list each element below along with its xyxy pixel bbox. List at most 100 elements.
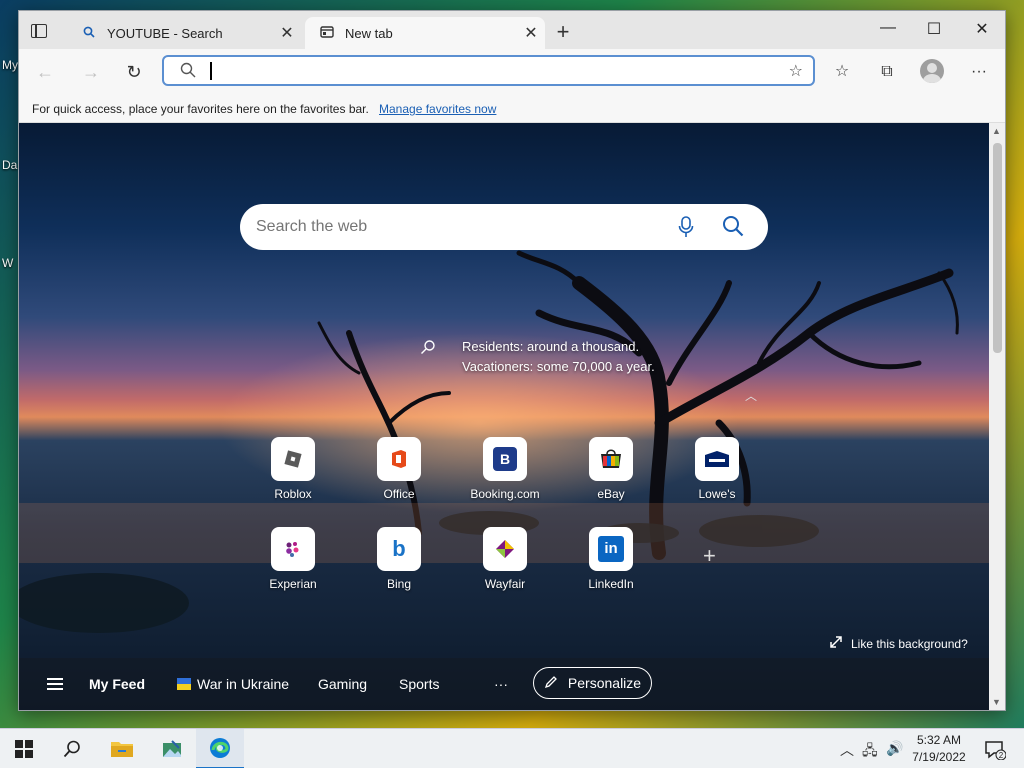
hamburger-menu-icon[interactable] <box>47 678 63 690</box>
maximize-icon[interactable]: ☐ <box>911 19 957 39</box>
desktop-icon-label[interactable]: W <box>2 256 13 270</box>
collections-icon[interactable]: ⧉ <box>875 61 899 85</box>
edge-browser-button[interactable] <box>196 729 244 768</box>
close-window-icon[interactable]: ✕ <box>959 19 1005 39</box>
browser-toolbar: ← → ↻ ☆ ☆ ⧉ ··· <box>19 49 1005 95</box>
personalize-button[interactable]: Personalize <box>533 667 652 699</box>
search-button[interactable] <box>48 729 96 768</box>
show-hidden-icons-icon[interactable]: ︿ <box>840 740 854 760</box>
quick-link-wayfair[interactable]: Wayfair <box>465 527 545 591</box>
scroll-down-icon[interactable]: ▼ <box>992 697 1001 707</box>
new-tab-button[interactable]: + <box>551 21 575 43</box>
manage-favorites-link[interactable]: Manage favorites now <box>379 102 496 116</box>
microphone-icon[interactable] <box>678 216 694 241</box>
tab-title: YOUTUBE - Search <box>107 25 223 41</box>
lowes-icon <box>695 437 739 481</box>
pencil-icon <box>544 675 558 692</box>
quick-link-bing[interactable]: b Bing <box>359 527 439 591</box>
address-bar[interactable]: ☆ <box>162 55 815 86</box>
like-background-button[interactable]: Like this background? <box>829 635 968 652</box>
collapse-chevron-icon[interactable]: ︿ <box>745 387 757 404</box>
file-explorer-button[interactable] <box>98 729 146 768</box>
wayfair-icon <box>483 527 527 571</box>
quick-link-label: Experian <box>269 577 317 591</box>
tab-title: New tab <box>345 25 393 41</box>
clock[interactable]: 5:32 AM 7/19/2022 <box>904 732 974 766</box>
app-button[interactable] <box>148 729 196 768</box>
search-icon <box>63 740 80 758</box>
quick-link-label: Bing <box>386 577 412 591</box>
scroll-up-icon[interactable]: ▲ <box>992 126 1001 136</box>
quick-link-label: Booking.com <box>470 487 540 501</box>
edge-icon <box>210 738 230 758</box>
fact-line: Vacationers: some 70,000 a year. <box>462 359 655 374</box>
quick-link-label: Lowe's <box>698 487 736 501</box>
refresh-icon[interactable]: ↻ <box>122 61 146 85</box>
bing-icon: b <box>377 527 421 571</box>
quick-link-linkedin[interactable]: in LinkedIn <box>571 527 651 591</box>
roblox-icon <box>271 437 315 481</box>
add-favorite-icon[interactable]: ☆ <box>789 61 803 81</box>
fact-line: Residents: around a thousand. <box>462 339 640 354</box>
tab-actions-icon[interactable] <box>31 24 47 38</box>
quick-link-lowes[interactable]: Lowe's <box>677 437 757 501</box>
image-search-icon[interactable] <box>420 339 436 358</box>
network-icon[interactable]: 🖧 <box>862 740 878 764</box>
page-scrollbar[interactable]: ▲ ▼ <box>989 123 1005 710</box>
favorites-icon[interactable]: ☆ <box>830 61 854 85</box>
feed-tab-sports[interactable]: Sports <box>399 676 439 692</box>
windows-logo-icon <box>15 740 33 758</box>
web-search-input[interactable] <box>256 216 656 238</box>
close-tab-icon[interactable]: ✕ <box>517 23 545 43</box>
tab-new-tab[interactable]: New tab ✕ <box>305 17 545 49</box>
search-icon <box>180 62 196 78</box>
quick-link-ebay[interactable]: eBay <box>571 437 651 501</box>
quick-link-label: Wayfair <box>484 577 526 591</box>
search-icon <box>81 26 97 41</box>
start-button[interactable] <box>0 729 48 768</box>
tab-youtube-search[interactable]: YOUTUBE - Search ✕ <box>67 17 301 49</box>
folder-icon <box>111 742 133 757</box>
background-fact[interactable]: Residents: around a thousand. Vacationer… <box>462 337 655 377</box>
feed-tab-my-feed[interactable]: My Feed <box>89 676 145 692</box>
feed-tab-gaming[interactable]: Gaming <box>318 676 367 692</box>
quick-link-booking[interactable]: B Booking.com <box>465 437 545 501</box>
feed-more-icon[interactable]: ··· <box>494 676 508 692</box>
tab-bar: YOUTUBE - Search ✕ New tab ✕ + — ☐ ✕ <box>19 11 1005 49</box>
svg-text:2: 2 <box>999 751 1004 760</box>
quick-link-label: LinkedIn <box>588 577 634 591</box>
scrollbar-thumb[interactable] <box>993 143 1002 353</box>
experian-icon <box>271 527 315 571</box>
close-tab-icon[interactable]: ✕ <box>273 23 301 43</box>
quick-link-experian[interactable]: Experian <box>253 527 333 591</box>
personalize-label: Personalize <box>567 675 642 691</box>
profile-avatar[interactable] <box>920 59 944 83</box>
desktop-icon-label[interactable]: Da <box>2 158 17 172</box>
address-input[interactable] <box>210 61 770 81</box>
back-icon[interactable]: ← <box>33 61 57 85</box>
expand-icon <box>829 635 843 652</box>
favorites-bar-message: For quick access, place your favorites h… <box>32 102 369 116</box>
photo-app-icon <box>163 740 181 757</box>
quick-link-label: Roblox <box>274 487 312 501</box>
search-submit-icon[interactable] <box>722 215 744 240</box>
new-tab-page-icon <box>319 25 335 41</box>
web-search-box[interactable] <box>240 204 768 250</box>
like-background-label: Like this background? <box>851 636 968 651</box>
desktop-icon-label[interactable]: My <box>2 58 18 72</box>
ukraine-flag-icon <box>177 678 191 690</box>
quick-link-label: eBay <box>597 487 625 501</box>
favorites-bar: For quick access, place your favorites h… <box>19 95 1005 123</box>
quick-link-office[interactable]: Office <box>359 437 439 501</box>
add-quick-link-icon[interactable]: + <box>703 543 716 569</box>
minimize-icon[interactable]: — <box>865 19 911 37</box>
quick-link-roblox[interactable]: Roblox <box>253 437 333 501</box>
feed-tab-war-in-ukraine[interactable]: War in Ukraine <box>177 676 289 692</box>
ebay-icon <box>589 437 633 481</box>
more-options-icon[interactable]: ··· <box>967 61 991 85</box>
notification-center-icon[interactable]: 2 <box>984 740 1007 763</box>
forward-icon[interactable]: → <box>79 61 103 85</box>
volume-icon[interactable]: 🔊 <box>886 740 903 757</box>
booking-icon: B <box>483 437 527 481</box>
new-tab-page: Residents: around a thousand. Vacationer… <box>19 123 989 710</box>
